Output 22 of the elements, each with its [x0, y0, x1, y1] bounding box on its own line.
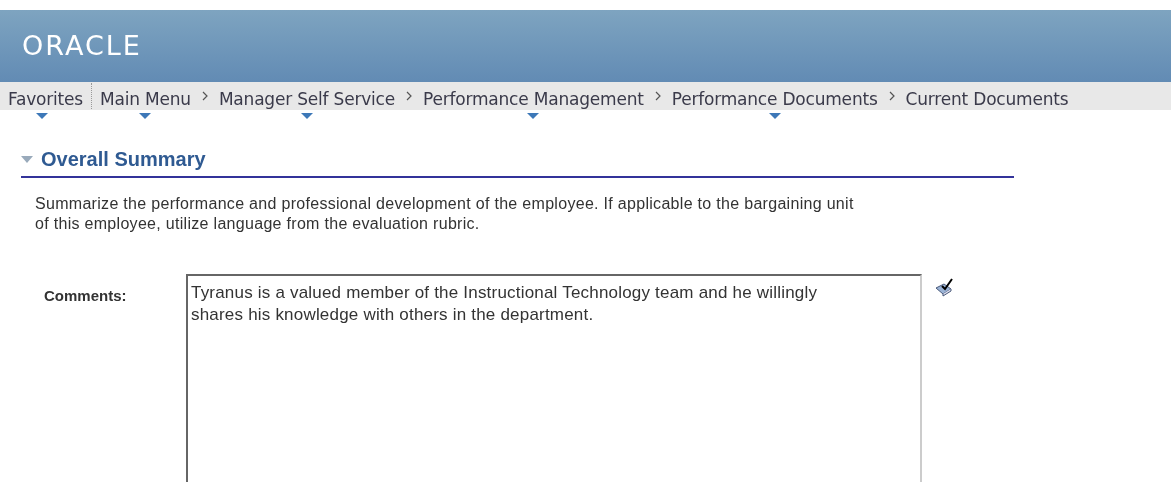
- chevron-icon: [201, 91, 208, 101]
- chevron-icon: [406, 91, 412, 101]
- dropdown-marker-icon: [35, 113, 48, 120]
- chevron-icon: [888, 91, 895, 101]
- comments-label: Comments:: [44, 286, 128, 306]
- dropdown-marker-icon: [139, 113, 152, 120]
- breadcrumb-link[interactable]: Performance Documents: [671, 79, 878, 120]
- spell-check-icon[interactable]: [934, 278, 954, 298]
- instructions-text: Summarize the performance and professional development of the employee. If applicable to the bargaining unit of this employee, utilize language from the evaluation rubric.: [35, 194, 855, 234]
- breadcrumb-link[interactable]: Performance Management: [423, 79, 644, 120]
- breadcrumb-link[interactable]: Current Documents: [905, 79, 1069, 120]
- oracle-logo: ORACLE: [22, 28, 142, 63]
- dropdown-marker-icon: [527, 113, 540, 120]
- collapse-toggle-icon[interactable]: [21, 155, 33, 163]
- section-title: Overall Summary: [41, 147, 206, 172]
- chevron-icon: [654, 91, 661, 101]
- comments-field[interactable]: Tyranus is a valued member of the Instructional Technology team and he willingly shares his knowledge with others in the department.: [186, 274, 922, 482]
- dropdown-marker-icon: [768, 113, 781, 120]
- breadcrumb-link[interactable]: Manager Self Service: [218, 79, 395, 120]
- dropdown-marker-icon: [300, 113, 313, 120]
- favorites-menu[interactable]: Favorites: [0, 79, 83, 120]
- breadcrumb-link[interactable]: Main Menu: [100, 79, 191, 120]
